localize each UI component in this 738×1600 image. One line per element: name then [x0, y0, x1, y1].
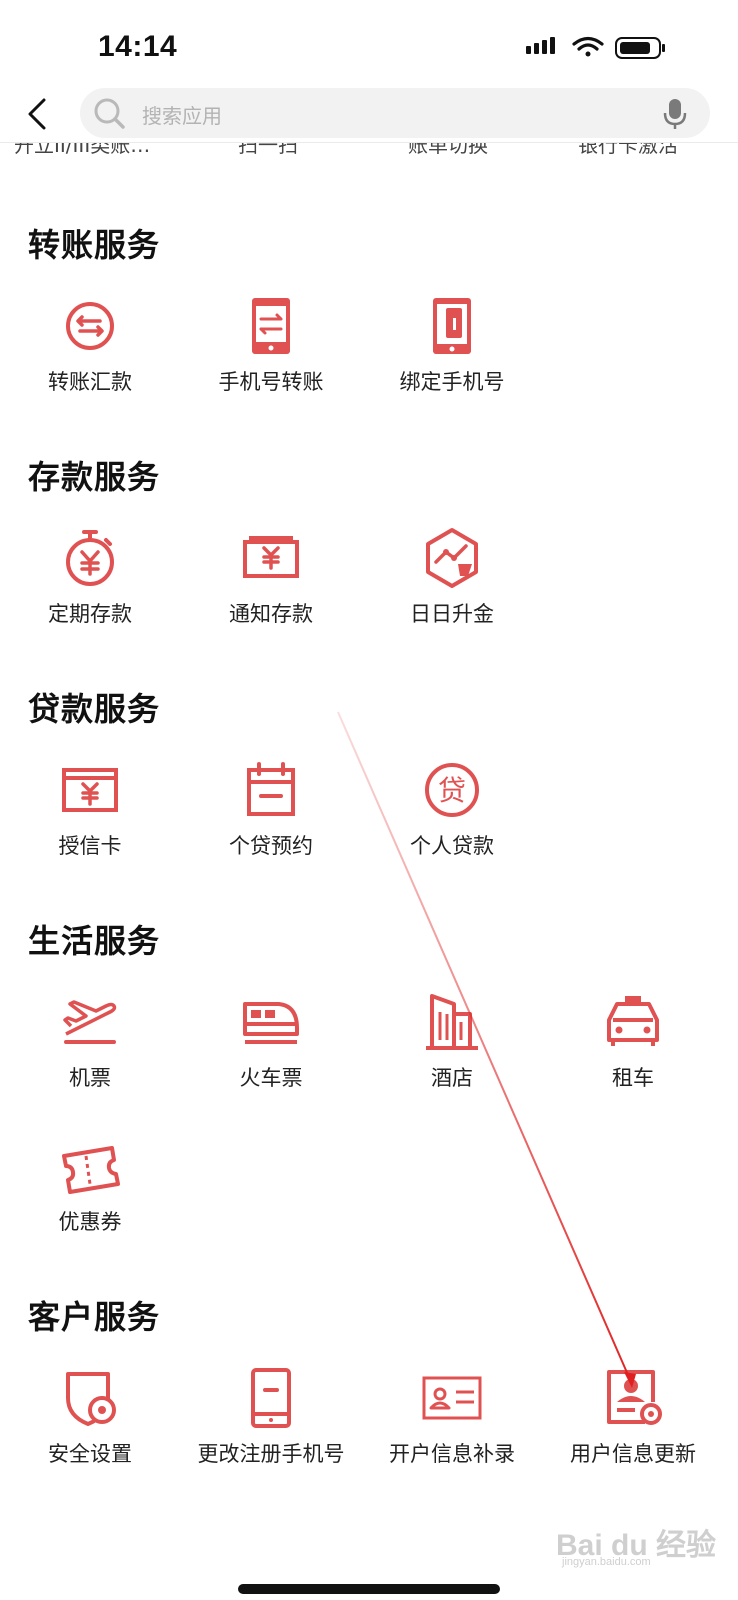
home-indicator[interactable]: [238, 1584, 500, 1594]
annotation-arrow: [337, 711, 636, 1388]
watermark-logo: Bai du 经验 jingyan.baidu.com: [556, 1529, 717, 1568]
